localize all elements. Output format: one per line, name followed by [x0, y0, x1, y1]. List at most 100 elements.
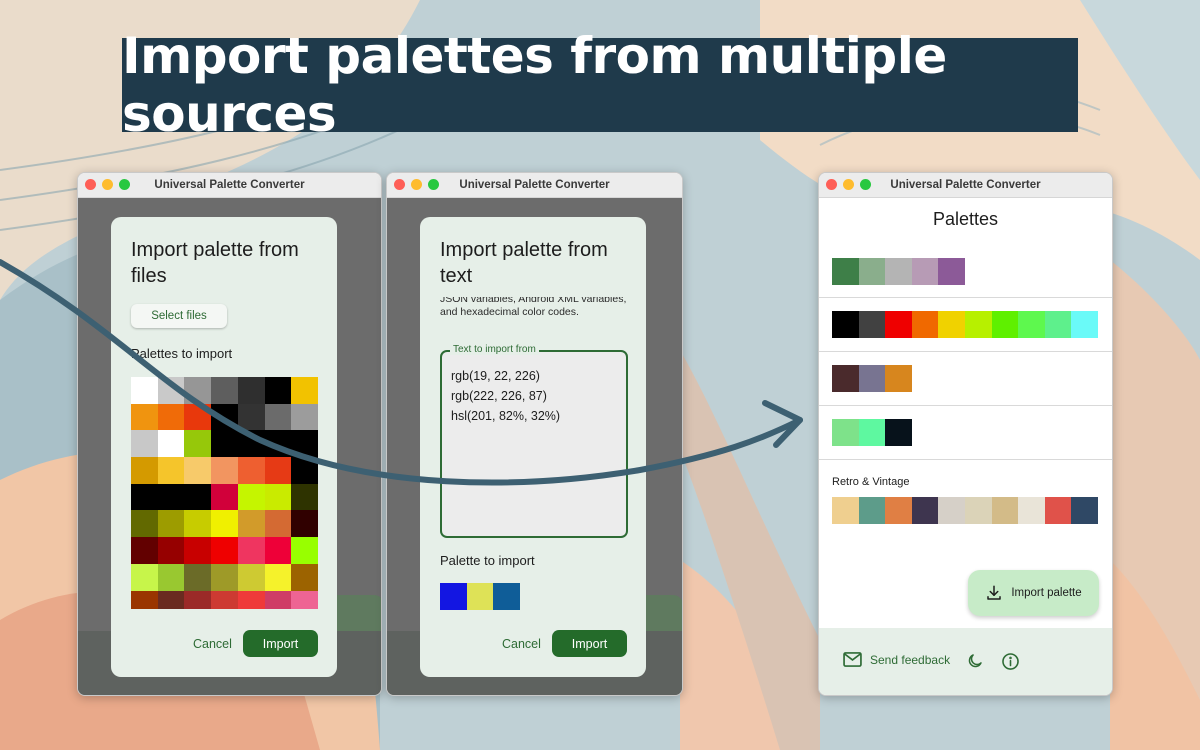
color-swatch — [859, 311, 886, 338]
color-swatch — [184, 510, 211, 537]
theme-toggle-button[interactable] — [964, 650, 986, 672]
color-swatch — [992, 311, 1019, 338]
color-swatch — [184, 537, 211, 564]
send-feedback-label: Send feedback — [870, 653, 950, 667]
text-line: rgb(222, 226, 87) — [451, 386, 560, 406]
color-swatch — [992, 497, 1019, 524]
palette-row[interactable] — [819, 406, 1112, 460]
color-swatch — [493, 583, 520, 610]
color-swatch — [211, 484, 238, 511]
title-bar: Universal Palette Converter — [819, 173, 1112, 198]
color-swatch — [158, 537, 185, 564]
import-text-field[interactable]: Text to import from rgb(19, 22, 226) rgb… — [440, 350, 628, 538]
color-swatch — [131, 537, 158, 564]
color-swatch — [912, 311, 939, 338]
traffic-lights — [85, 179, 130, 190]
color-swatch — [832, 497, 859, 524]
palette-swatches — [832, 311, 1098, 338]
import-palette-button[interactable]: Import palette — [968, 570, 1099, 616]
mail-icon — [843, 652, 862, 667]
color-swatch — [184, 591, 211, 610]
window-title: Universal Palette Converter — [459, 179, 609, 191]
window-title: Universal Palette Converter — [154, 179, 304, 191]
title-bar: Universal Palette Converter — [387, 173, 682, 198]
import-button[interactable]: Import — [243, 630, 318, 657]
dialog-title: Import palette from text — [440, 237, 636, 289]
color-swatch — [131, 377, 158, 404]
color-swatch — [184, 430, 211, 457]
import-files-dialog: Import palette from files Select files P… — [111, 217, 337, 677]
color-swatch — [238, 484, 265, 511]
color-swatch — [238, 510, 265, 537]
palette-preview — [440, 583, 520, 610]
color-swatch — [832, 311, 859, 338]
color-swatch — [859, 258, 886, 285]
cancel-button[interactable]: Cancel — [187, 636, 238, 652]
color-swatch — [184, 484, 211, 511]
color-swatch — [965, 311, 992, 338]
color-swatch — [912, 258, 939, 285]
import-button[interactable]: Import — [552, 630, 627, 657]
color-swatch — [238, 377, 265, 404]
palette-row[interactable] — [819, 245, 1112, 298]
color-swatch — [1045, 497, 1072, 524]
color-swatch — [1018, 497, 1045, 524]
color-swatch — [832, 258, 859, 285]
send-feedback-button[interactable]: Send feedback — [843, 652, 950, 667]
download-icon — [985, 584, 1003, 602]
color-swatch — [1071, 311, 1098, 338]
color-swatch — [131, 404, 158, 431]
color-swatch — [885, 258, 912, 285]
color-swatch — [158, 484, 185, 511]
headline-banner: Import palettes from multiple sources — [122, 38, 1078, 132]
color-swatch — [211, 591, 238, 610]
color-swatch — [184, 564, 211, 591]
minimize-window-button[interactable] — [411, 179, 422, 190]
window-title: Universal Palette Converter — [890, 179, 1040, 191]
minimize-window-button[interactable] — [102, 179, 113, 190]
zoom-window-button[interactable] — [119, 179, 130, 190]
zoom-window-button[interactable] — [428, 179, 439, 190]
palette-row[interactable]: Retro & Vintage — [819, 460, 1112, 530]
text-line: hsl(201, 82%, 32%) — [451, 406, 560, 426]
text-line: rgb(19, 22, 226) — [451, 366, 560, 386]
color-swatch — [832, 365, 859, 392]
color-swatch — [859, 497, 886, 524]
color-swatch — [238, 430, 265, 457]
color-swatch — [131, 484, 158, 511]
headline-text: Import palettes from multiple sources — [122, 27, 1078, 143]
palette-row[interactable] — [819, 352, 1112, 406]
zoom-window-button[interactable] — [860, 179, 871, 190]
color-swatch — [131, 564, 158, 591]
cancel-button[interactable]: Cancel — [496, 636, 547, 652]
minimize-window-button[interactable] — [843, 179, 854, 190]
dialog-title: Import palette from files — [131, 237, 327, 289]
bottom-bar: Send feedback — [819, 628, 1112, 695]
color-swatch — [291, 591, 318, 610]
color-swatch — [832, 419, 859, 446]
info-icon — [1001, 652, 1020, 671]
close-window-button[interactable] — [826, 179, 837, 190]
color-swatch — [238, 537, 265, 564]
palette-name: Retro & Vintage — [832, 476, 909, 488]
color-swatch — [885, 419, 912, 446]
text-field-content[interactable]: rgb(19, 22, 226) rgb(222, 226, 87) hsl(2… — [451, 366, 560, 426]
palette-row[interactable] — [819, 298, 1112, 352]
close-window-button[interactable] — [394, 179, 405, 190]
color-swatch — [859, 419, 886, 446]
color-swatch — [211, 510, 238, 537]
select-files-button[interactable]: Select files — [131, 304, 227, 328]
color-swatch — [131, 591, 158, 610]
close-window-button[interactable] — [85, 179, 96, 190]
color-swatch — [885, 311, 912, 338]
color-swatch — [440, 583, 467, 610]
color-swatch — [265, 537, 292, 564]
info-button[interactable] — [999, 650, 1021, 672]
import-palette-label: Import palette — [1011, 587, 1081, 599]
palette-color-grid — [131, 377, 318, 609]
color-swatch — [938, 258, 965, 285]
color-swatch — [265, 564, 292, 591]
color-swatch — [291, 430, 318, 457]
color-swatch — [211, 404, 238, 431]
color-swatch — [158, 457, 185, 484]
